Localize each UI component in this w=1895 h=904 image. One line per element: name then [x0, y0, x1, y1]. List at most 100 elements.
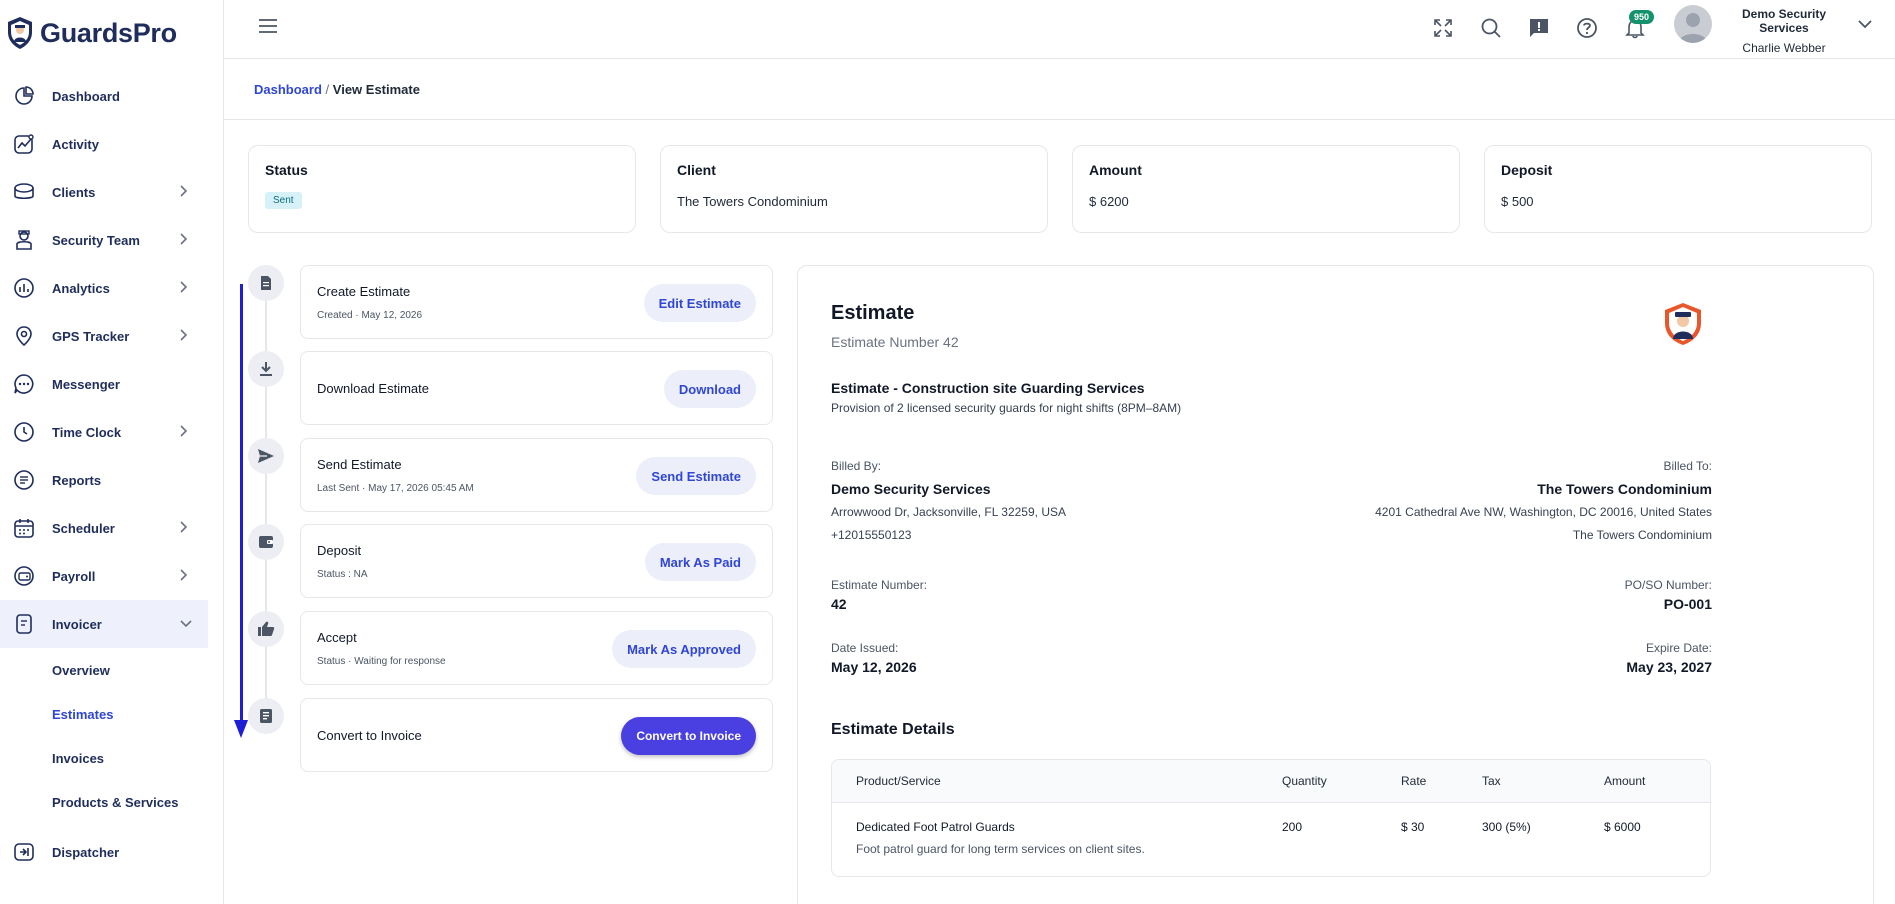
step-create-estimate: Create Estimate Created · May 12, 2026 E…: [300, 265, 773, 339]
billed-to-extra: The Towers Condominium: [1572, 528, 1712, 542]
item-tax: 300 (5%): [1482, 820, 1531, 834]
step-title: Convert to Invoice: [317, 728, 422, 743]
status-card: Status Sent: [248, 145, 636, 233]
billed-to-address: 4201 Cathedral Ave NW, Washington, DC 20…: [1375, 505, 1712, 519]
reports-icon: [12, 468, 36, 492]
amount-value: $ 6200: [1089, 194, 1129, 209]
po-number-value: PO-001: [1663, 596, 1712, 612]
billed-by-label: Billed By:: [831, 459, 882, 473]
step-accept: Accept Status · Waiting for response Mar…: [300, 611, 773, 685]
expire-date-label: Expire Date:: [1645, 641, 1712, 655]
app-logo[interactable]: GuardsPro: [6, 16, 177, 50]
step-convert-to-invoice: Convert to Invoice Convert to Invoice: [300, 698, 773, 772]
sidebar-item-label: Reports: [52, 472, 102, 488]
sidebar-item-activity[interactable]: Activity: [0, 120, 223, 168]
estimate-details-title: Estimate Details: [831, 721, 955, 738]
sidebar-item-dashboard[interactable]: Dashboard: [0, 72, 223, 120]
edit-estimate-button[interactable]: Edit Estimate: [643, 284, 756, 322]
estimate-number-value: 42: [831, 596, 847, 612]
table-header: Product/Service Quantity Rate Tax Amount: [832, 760, 1710, 803]
sidebar-item-label: Analytics: [52, 280, 110, 296]
sidebar-item-time-clock[interactable]: Time Clock: [0, 408, 223, 456]
guard-badge-icon: [1665, 303, 1701, 345]
breadcrumb-separator: /: [325, 82, 330, 97]
sidebar-item-payroll[interactable]: Payroll: [0, 552, 223, 600]
sidebar-item-label: Activity: [52, 136, 99, 152]
step-deposit: Deposit Status : NA Mark As Paid: [300, 524, 773, 598]
step-title: Accept: [317, 630, 357, 645]
timeline-line: [265, 268, 267, 728]
sidebar-item-reports[interactable]: Reports: [0, 456, 223, 504]
chat-icon: [12, 372, 36, 396]
card-title: Amount: [1089, 162, 1142, 178]
step-title: Create Estimate: [317, 284, 411, 299]
wallet-icon: [12, 564, 36, 588]
item-quantity: 200: [1282, 820, 1303, 834]
sidebar-item-label: Invoicer: [52, 616, 102, 632]
convert-to-invoice-button[interactable]: Convert to Invoice: [621, 717, 756, 755]
po-number-label: PO/SO Number:: [1624, 578, 1712, 592]
chevron-right-icon: [180, 569, 188, 581]
estimate-heading: Estimate - Construction site Guarding Se…: [831, 380, 1145, 396]
step-title: Send Estimate: [317, 457, 402, 472]
sidebar-item-label: GPS Tracker: [52, 328, 130, 344]
card-title: Client: [677, 162, 716, 178]
deposit-card: Deposit $ 500: [1484, 145, 1872, 233]
sidebar-subitem-overview[interactable]: Overview: [0, 648, 223, 692]
sidebar-item-dispatcher[interactable]: Dispatcher: [0, 828, 223, 876]
chevron-right-icon: [180, 425, 188, 437]
sidebar-subitem-estimates[interactable]: Estimates: [0, 692, 223, 736]
sidebar-item-label: Payroll: [52, 568, 96, 584]
chevron-right-icon: [180, 329, 188, 341]
mark-as-approved-button[interactable]: Mark As Approved: [612, 630, 756, 668]
sidebar-subitem-products-services[interactable]: Products & Services: [0, 780, 223, 824]
activity-icon: [12, 132, 36, 156]
download-button[interactable]: Download: [663, 370, 756, 408]
breadcrumb-dashboard-link[interactable]: Dashboard: [254, 82, 322, 97]
user-company: Demo Security Services: [1741, 7, 1827, 35]
estimate-description: Provision of 2 licensed security guards …: [831, 401, 1182, 415]
client-card: Client The Towers Condominium: [660, 145, 1048, 233]
step-subtitle: Created · May 12, 2026: [317, 310, 423, 321]
column-header: Product/Service: [856, 774, 941, 788]
app-name: GuardsPro: [40, 17, 177, 48]
estimate-title: Estimate: [831, 302, 915, 324]
step-download-estimate: Download Estimate Download: [300, 351, 773, 425]
invoice-icon: [248, 698, 284, 734]
sidebar-item-analytics[interactable]: Analytics: [0, 264, 223, 312]
sidebar: GuardsPro Dashboard Activity Clients Sec…: [0, 0, 224, 904]
sidebar-item-invoicer[interactable]: Invoicer: [0, 600, 208, 648]
menu-icon[interactable]: [258, 18, 278, 34]
sidebar-item-scheduler[interactable]: Scheduler: [0, 504, 223, 552]
billed-by-address: Arrowwood Dr, Jacksonville, FL 32259, US…: [831, 505, 1066, 519]
chevron-right-icon: [180, 281, 188, 293]
feedback-icon[interactable]: [1526, 15, 1552, 41]
step-send-estimate: Send Estimate Last Sent · May 17, 2026 0…: [300, 438, 773, 512]
clients-icon: [12, 180, 36, 204]
mark-as-paid-button[interactable]: Mark As Paid: [644, 543, 756, 581]
user-menu[interactable]: Demo Security Services Charlie Webber: [1718, 7, 1850, 55]
status-badge: Sent: [265, 192, 302, 209]
sidebar-item-messenger[interactable]: Messenger: [0, 360, 223, 408]
sidebar-item-clients[interactable]: Clients: [0, 168, 223, 216]
search-icon[interactable]: [1478, 15, 1504, 41]
step-title: Deposit: [317, 543, 362, 558]
sidebar-item-security-team[interactable]: Security Team: [0, 216, 223, 264]
avatar[interactable]: [1674, 5, 1712, 43]
send-estimate-button[interactable]: Send Estimate: [636, 457, 756, 495]
card-title: Deposit: [1501, 162, 1553, 178]
sidebar-subitem-invoices[interactable]: Invoices: [0, 736, 223, 780]
security-team-icon: [12, 228, 36, 252]
sidebar-item-label: Dashboard: [52, 88, 120, 104]
step-subtitle: Status · Waiting for response: [317, 656, 446, 667]
chevron-right-icon: [180, 185, 188, 197]
sidebar-item-label: Scheduler: [52, 520, 115, 536]
help-icon[interactable]: [1574, 15, 1600, 41]
chevron-down-icon[interactable]: [1858, 20, 1872, 29]
sidebar-item-gps-tracker[interactable]: GPS Tracker: [0, 312, 223, 360]
column-header: Tax: [1482, 774, 1501, 788]
analytics-icon: [12, 276, 36, 300]
step-subtitle: Status : NA: [317, 569, 368, 580]
dispatch-icon: [12, 840, 36, 864]
fullscreen-icon[interactable]: [1430, 15, 1456, 41]
